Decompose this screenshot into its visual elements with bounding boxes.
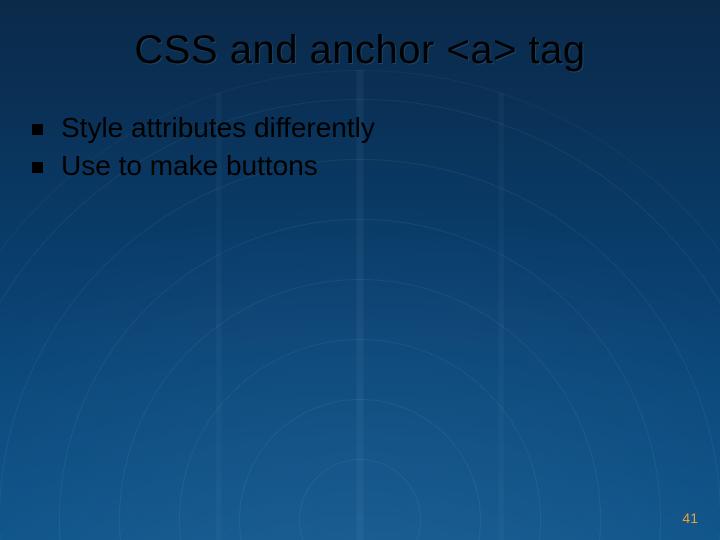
list-item: Use to make buttons	[32, 150, 680, 182]
list-item: Style attributes differently	[32, 112, 680, 144]
square-bullet-icon	[32, 162, 43, 173]
bullet-list: Style attributes differently Use to make…	[32, 112, 680, 188]
page-number: 41	[682, 510, 698, 526]
bullet-text: Use to make buttons	[61, 150, 318, 182]
square-bullet-icon	[32, 124, 43, 135]
slide-title: CSS and anchor <a> tag	[0, 28, 720, 73]
bullet-text: Style attributes differently	[61, 112, 375, 144]
